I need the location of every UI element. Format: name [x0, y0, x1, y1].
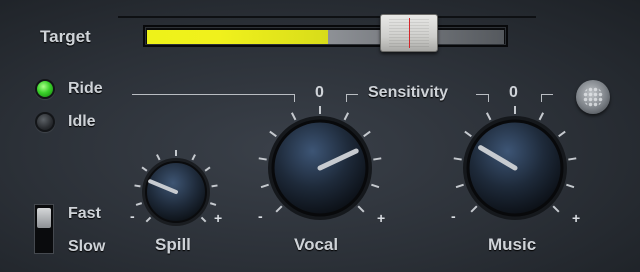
vocal-plus: + — [377, 210, 386, 226]
spill-tick — [211, 184, 218, 188]
music-tick — [538, 112, 545, 121]
music-knob[interactable] — [445, 98, 585, 238]
spill-tick — [145, 216, 152, 223]
vocal-tick — [363, 130, 371, 138]
vocal-tick — [275, 205, 283, 213]
meter-level-fill — [147, 30, 328, 44]
vocal-tick — [371, 183, 380, 189]
vocal-tick — [269, 130, 277, 138]
music-minus: - — [451, 208, 456, 224]
idle-led[interactable] — [35, 112, 55, 132]
vocal-tick — [357, 205, 365, 213]
spill-tick — [200, 216, 207, 223]
music-plus: + — [572, 210, 581, 226]
music-tick — [568, 157, 577, 161]
music-tick — [453, 157, 462, 161]
spill-tick — [135, 202, 143, 206]
spill-tick — [191, 154, 196, 161]
music-tick — [464, 130, 472, 138]
music-tick — [455, 183, 464, 189]
switch-lever — [37, 208, 51, 228]
spill-tick — [134, 184, 141, 188]
vocal-tick — [290, 112, 297, 121]
ride-led[interactable] — [35, 79, 55, 99]
fast-slow-switch[interactable] — [34, 204, 54, 254]
plugin-panel: Target Ride Idle 0 Sensitivity 0 Fast Sl… — [0, 0, 640, 272]
music-tick — [485, 112, 492, 121]
spill-minus: - — [130, 208, 135, 224]
vocal-label: Vocal — [294, 235, 339, 254]
spill-label: Spill — [155, 235, 191, 254]
top-divider — [118, 16, 536, 18]
music-bracket-line — [541, 94, 553, 95]
idle-label: Idle — [68, 113, 96, 130]
spill-tick — [156, 154, 161, 161]
music-tick — [566, 183, 575, 189]
vocal-minus: - — [258, 208, 263, 224]
fast-label: Fast — [68, 205, 101, 222]
music-label: Music — [488, 235, 537, 254]
target-marker-line — [409, 18, 410, 48]
grid-button-icon — [583, 87, 603, 107]
spill-tick — [204, 166, 211, 172]
spill-plus: + — [214, 210, 223, 226]
ride-label: Ride — [68, 80, 103, 97]
vocal-bracket-line — [132, 94, 295, 95]
vocal-tick — [373, 157, 382, 161]
target-meter — [143, 25, 508, 47]
spill-tick — [209, 202, 217, 206]
music-tick — [552, 205, 560, 213]
vocal-knob[interactable] — [250, 98, 390, 238]
spill-knob[interactable] — [126, 142, 226, 242]
vocal-tick — [258, 157, 267, 161]
music-tick — [470, 205, 478, 213]
slow-label: Slow — [68, 238, 106, 255]
target-label: Target — [40, 27, 91, 46]
music-tick — [558, 130, 566, 138]
target-slider-thumb[interactable] — [380, 14, 438, 52]
spill-tick — [141, 166, 148, 172]
sensitivity-bracket-left-line — [346, 94, 358, 95]
vocal-tick — [260, 183, 269, 189]
vocal-tick — [343, 112, 350, 121]
